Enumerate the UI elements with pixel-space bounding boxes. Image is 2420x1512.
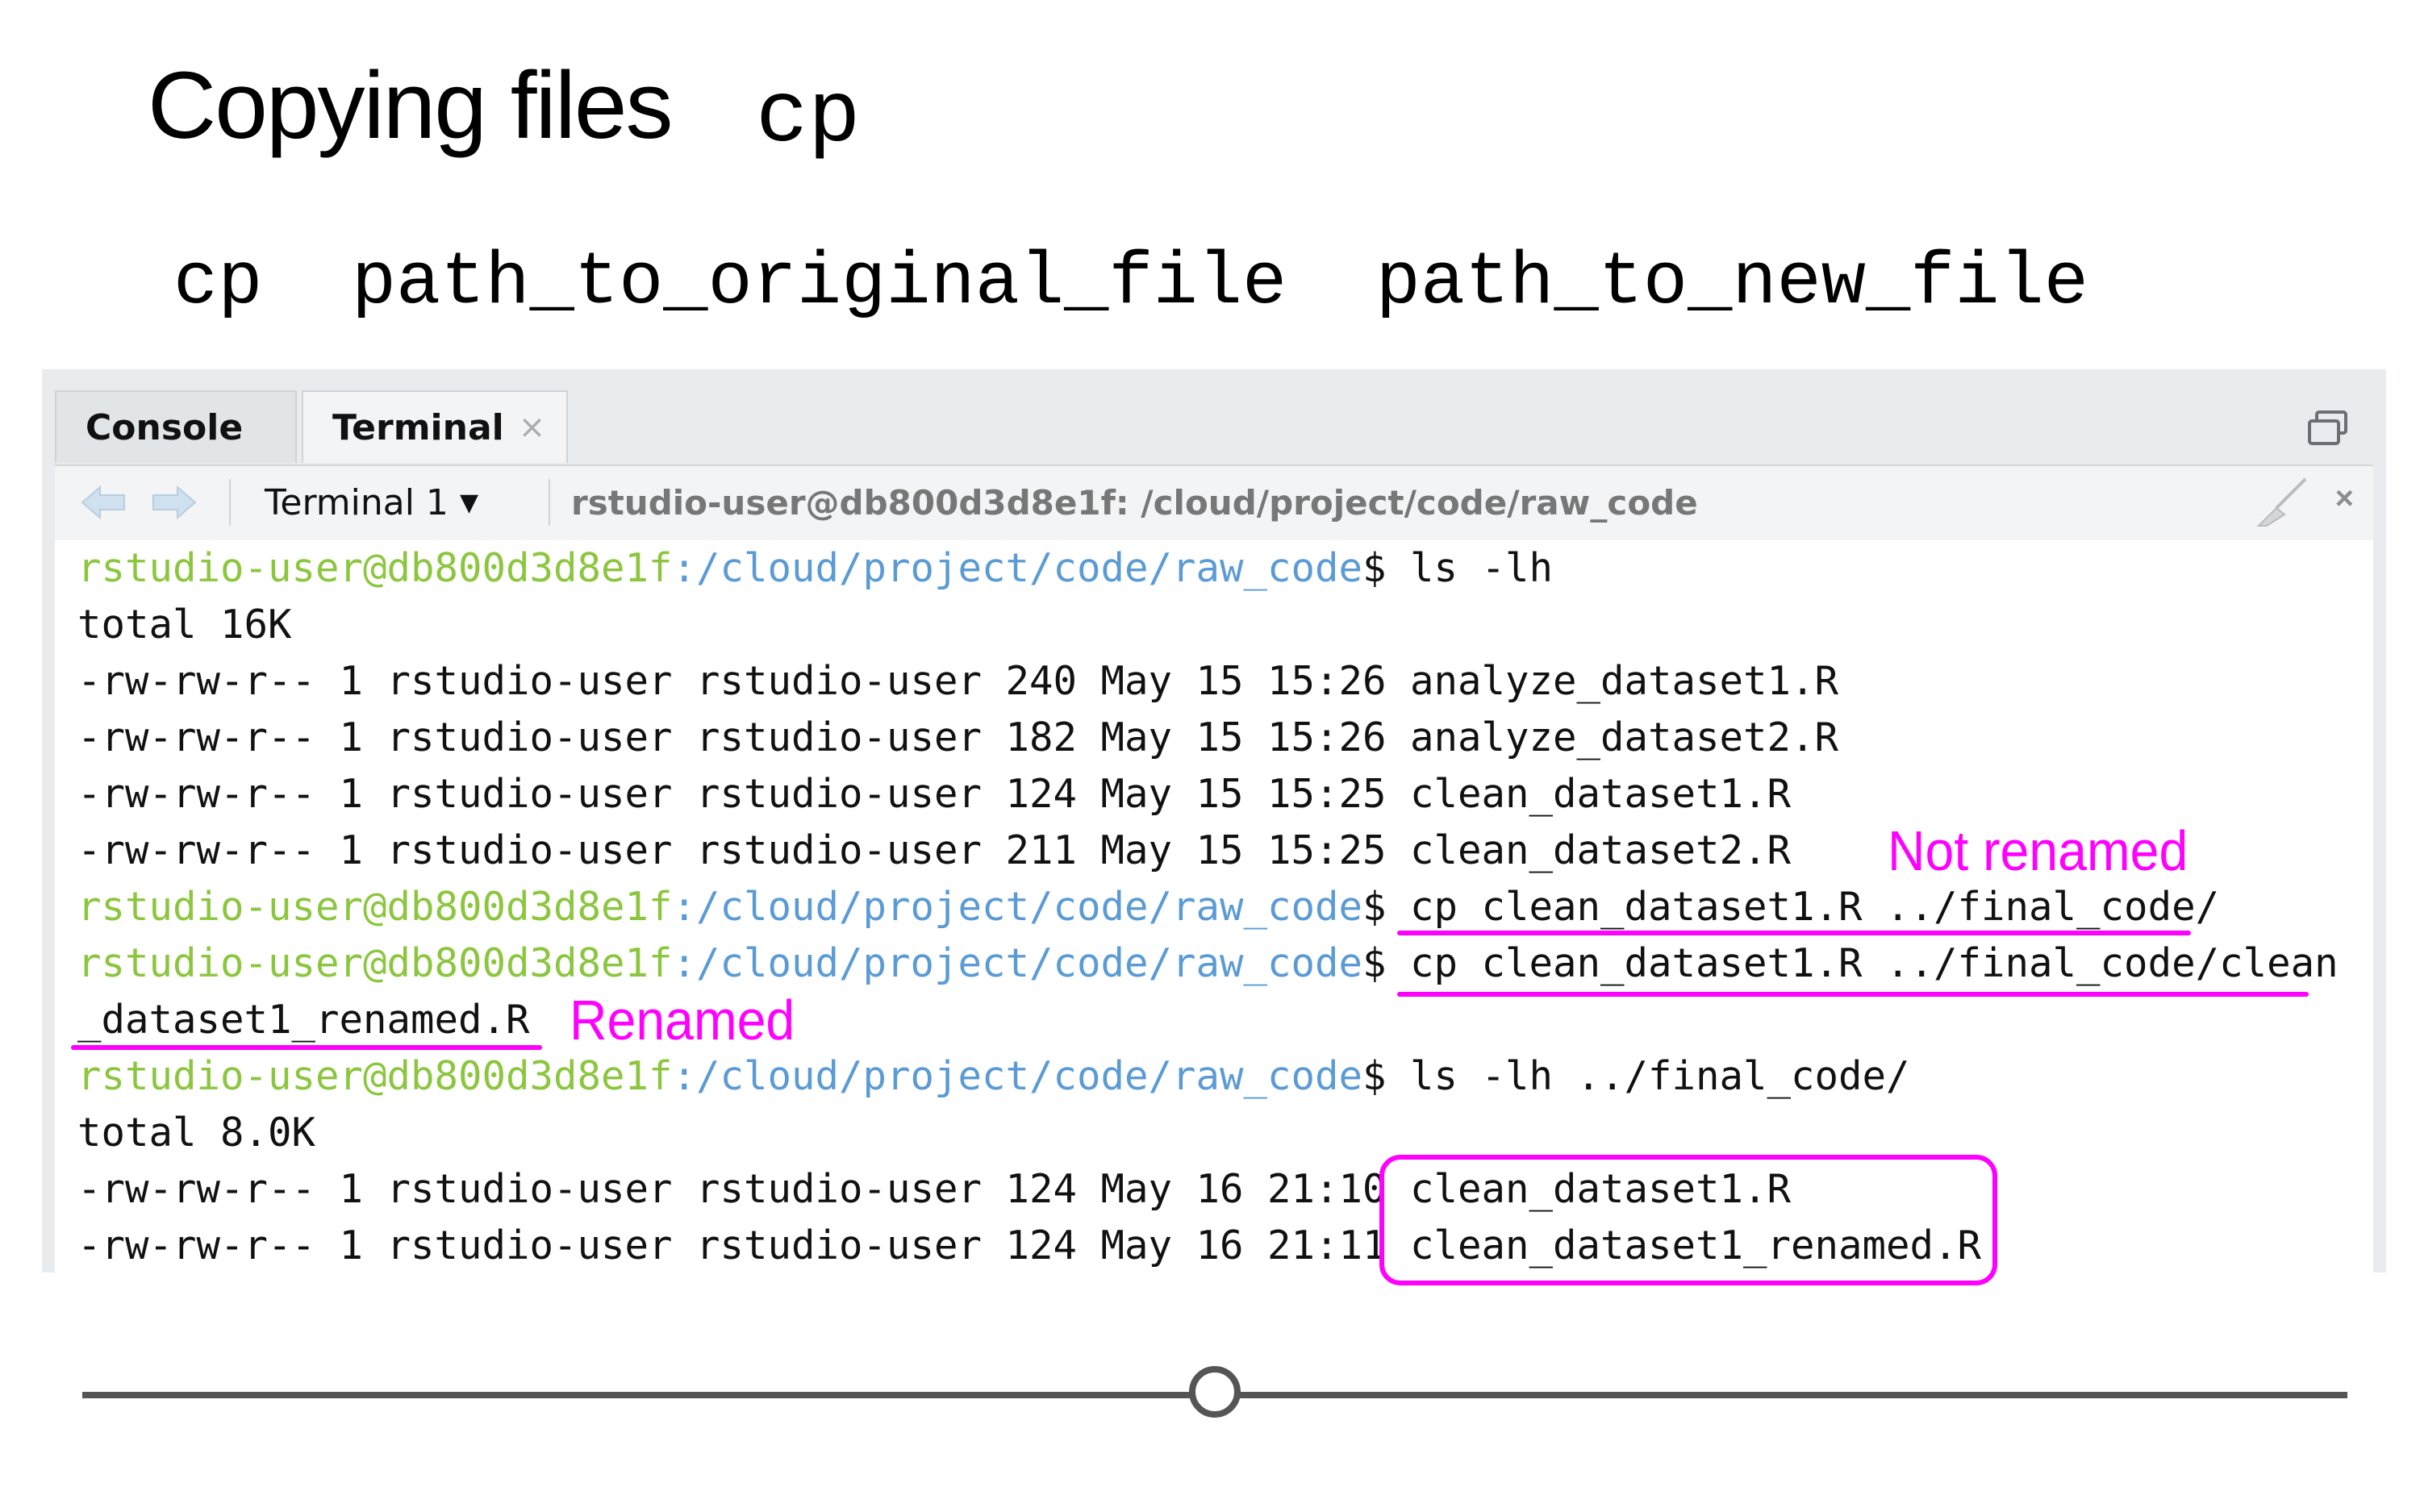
prompt-path: :/cloud/project/code/raw_code [672, 940, 1363, 986]
slide-title: Copying files [148, 52, 674, 159]
maximize-pane-icon[interactable] [2307, 410, 2349, 447]
prompt-path: :/cloud/project/code/raw_code [672, 545, 1363, 591]
tab-console-label: Console [86, 406, 244, 448]
title-command: cp [756, 69, 861, 167]
tab-close-icon[interactable]: × [519, 409, 546, 446]
command-text: cp clean_dataset1.R ../final_code/ [1386, 884, 2220, 930]
terminal-line: total 8.0K [77, 1110, 316, 1156]
underline-cp-not-renamed [1397, 931, 2191, 935]
prompt-symbol: $ [1362, 940, 1387, 986]
command-text: ls -lh [1386, 545, 1554, 591]
terminal-line: rstudio-user@db800d3d8e1f:/cloud/project… [77, 935, 2339, 992]
tab-console[interactable]: Console [55, 390, 297, 463]
terminal-path-label: rstudio-user@db800d3d8e1f: /cloud/projec… [571, 482, 1698, 523]
terminal-toolbar: Terminal 1 ▼ rstudio-user@db800d3d8e1f: … [55, 464, 2373, 542]
clear-terminal-broom-icon[interactable] [2252, 476, 2309, 529]
terminal-line: _dataset1_renamed.R [77, 997, 530, 1043]
tab-terminal[interactable]: Terminal × [302, 390, 568, 463]
underline-renamed-wrap [71, 1045, 542, 1050]
terminal-line: rstudio-user@db800d3d8e1f:/cloud/project… [77, 540, 1553, 597]
terminal-line: rstudio-user@db800d3d8e1f:/cloud/project… [77, 879, 2219, 935]
terminal-selector-label: Terminal 1 [265, 481, 449, 523]
terminal-line: rstudio-user@db800d3d8e1f:/cloud/project… [77, 1048, 1910, 1105]
close-terminal-icon[interactable]: × [2335, 481, 2354, 517]
prompt-user: rstudio-user@db800d3d8e1f [77, 940, 673, 986]
annotation-renamed: Renamed [570, 989, 795, 1052]
command-text: ls -lh ../final_code/ [1386, 1053, 1910, 1099]
command-syntax: cp path_to_original_file path_to_new_fil… [173, 240, 2088, 325]
command-text: cp clean_dataset1.R ../final_code/clean [1386, 940, 2339, 986]
prompt-symbol: $ [1362, 884, 1387, 930]
terminal-line: -rw-rw-r-- 1 rstudio-user rstudio-user 2… [77, 827, 1792, 873]
tab-terminal-label: Terminal [332, 406, 504, 448]
underline-cp-renamed [1397, 992, 2309, 997]
terminal-line: -rw-rw-r-- 1 rstudio-user rstudio-user 2… [77, 658, 1839, 704]
toolbar-divider [549, 479, 550, 526]
copied-files-highlight [1379, 1155, 1997, 1285]
terminal-line: -rw-rw-r-- 1 rstudio-user rstudio-user 1… [77, 714, 1839, 760]
back-arrow-icon[interactable] [79, 482, 127, 523]
progress-knob[interactable] [1189, 1366, 1241, 1418]
forward-arrow-icon[interactable] [150, 482, 198, 523]
prompt-symbol: $ [1362, 545, 1387, 591]
terminal-output[interactable]: rstudio-user@db800d3d8e1f:/cloud/project… [55, 540, 2373, 1272]
prompt-user: rstudio-user@db800d3d8e1f [77, 884, 673, 930]
terminal-line: total 16K [77, 602, 292, 648]
prompt-symbol: $ [1362, 1053, 1387, 1099]
prompt-user: rstudio-user@db800d3d8e1f [77, 545, 673, 591]
prompt-path: :/cloud/project/code/raw_code [672, 1053, 1363, 1099]
prompt-path: :/cloud/project/code/raw_code [672, 884, 1363, 930]
terminal-line: -rw-rw-r-- 1 rstudio-user rstudio-user 1… [77, 771, 1792, 817]
toolbar-divider [229, 479, 231, 526]
prompt-user: rstudio-user@db800d3d8e1f [77, 1053, 673, 1099]
chevron-down-icon: ▼ [459, 488, 479, 517]
pane-tab-bar: Console Terminal × [55, 390, 2373, 463]
terminal-selector-dropdown[interactable]: Terminal 1 ▼ [265, 479, 478, 526]
annotation-not-renamed: Not renamed [1888, 819, 2188, 882]
